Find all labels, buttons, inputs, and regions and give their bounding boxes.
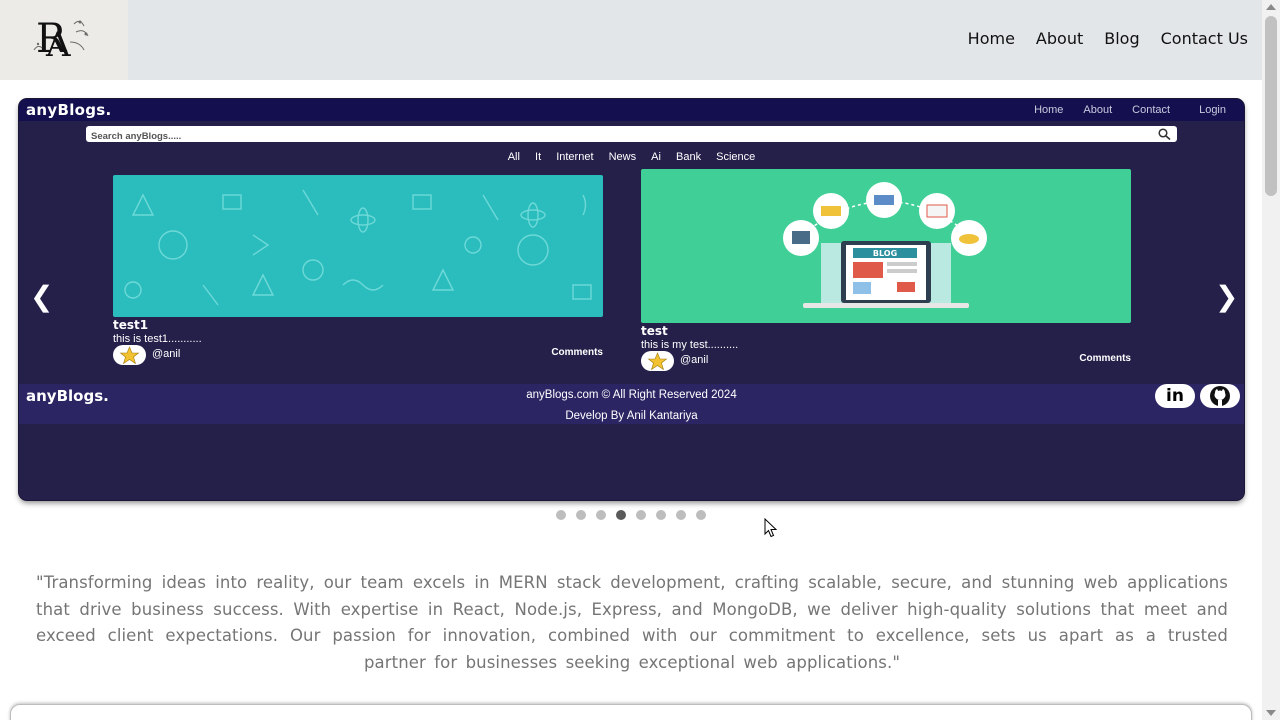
card-author: @anil: [680, 354, 709, 366]
site-logo[interactable]: R A: [0, 0, 128, 80]
category-item: Science: [716, 151, 756, 163]
blog-card: test1 this is test1........... @anil Com…: [113, 175, 603, 365]
card-meta: @anil Comments: [641, 351, 1131, 371]
carousel-indicator-dot[interactable]: [596, 510, 606, 520]
science-pattern-image: [113, 175, 603, 317]
category-item: It: [535, 151, 542, 163]
github-icon: [1200, 384, 1240, 408]
site-header: R A Home About Blog Contact Us: [0, 0, 1262, 80]
footer-developer: Develop By Anil Kantariya: [565, 410, 698, 422]
blog-laptop-illustration-icon: BLOG: [783, 182, 987, 308]
blog-illustration-label: BLOG: [873, 249, 897, 258]
footer-copyright: anyBlogs.com © All Right Reserved 2024: [526, 389, 737, 401]
mission-quote: "Transforming ideas into reality, our te…: [36, 573, 1228, 673]
slide-footer: anyBlogs. anyBlogs.com © All Right Reser…: [19, 384, 1244, 424]
slide-category-list: All It Internet News Ai Bank Science: [19, 151, 1244, 163]
scrollbar-thumb[interactable]: [1265, 16, 1277, 196]
scroll-down-arrow-icon[interactable]: [1266, 710, 1276, 716]
scroll-up-arrow-icon[interactable]: [1266, 4, 1276, 10]
carousel-indicators: [556, 510, 706, 520]
linkedin-icon: in: [1155, 384, 1195, 408]
card-meta: @anil Comments: [113, 345, 603, 365]
card-comments-label: Comments: [1079, 353, 1131, 364]
nav-contact-link[interactable]: Contact Us: [1161, 29, 1248, 48]
next-section-card: [10, 704, 1252, 720]
footer-social-icons: in: [1155, 384, 1240, 408]
nav-home-link[interactable]: Home: [968, 29, 1015, 48]
science-doodle-pattern-icon: [124, 189, 592, 306]
slide-nav-login: Login: [1199, 104, 1226, 116]
blog-card: BLOG test this is my test.......... @ani…: [641, 169, 1131, 371]
nav-blog-link[interactable]: Blog: [1104, 29, 1139, 48]
category-item: News: [608, 151, 637, 163]
ra-monogram-logo-icon: R A: [33, 16, 89, 60]
svg-text:A: A: [45, 25, 71, 60]
card-author: @anil: [152, 348, 181, 360]
linkedin-label: in: [1166, 386, 1184, 406]
site-nav: Home About Blog Contact Us: [968, 29, 1248, 48]
carousel-indicator-dot[interactable]: [556, 510, 566, 520]
page-scrollbar[interactable]: [1262, 0, 1280, 720]
carousel-prev-arrow-icon[interactable]: ❮: [30, 283, 53, 311]
carousel-indicator-dot[interactable]: [676, 510, 686, 520]
search-icon: [1158, 128, 1171, 140]
card-description: this is my test..........: [641, 339, 739, 351]
card-description: this is test1...........: [113, 333, 202, 345]
carousel-indicator-dot[interactable]: [576, 510, 586, 520]
mouse-cursor-icon: [764, 518, 778, 538]
slide-navbar: anyBlogs. Home About Contact Login: [19, 99, 1244, 121]
slide-search-bar: [86, 126, 1177, 145]
carousel-indicator-dot[interactable]: [696, 510, 706, 520]
avatar: [113, 345, 146, 365]
category-item: Internet: [556, 151, 594, 163]
carousel-indicator-dot[interactable]: [636, 510, 646, 520]
slide-search-input: [86, 128, 1136, 145]
slide-nav-home: Home: [1034, 104, 1064, 116]
blog-illustration-image: BLOG: [641, 169, 1131, 323]
card-title: test: [641, 324, 668, 338]
github-octocat-icon: [1210, 386, 1230, 406]
nav-about-link[interactable]: About: [1036, 29, 1083, 48]
category-item: All: [507, 151, 520, 163]
carousel-indicator-dot-active[interactable]: [616, 510, 626, 520]
star-avatar-icon: [119, 346, 140, 365]
carousel-indicator-dot[interactable]: [656, 510, 666, 520]
avatar: [641, 351, 674, 371]
star-avatar-icon: [647, 352, 668, 371]
category-item: Bank: [676, 151, 702, 163]
slide-nav-contact: Contact: [1132, 104, 1171, 116]
card-title: test1: [113, 318, 149, 332]
slide-nav-links: Home About Contact Login: [1014, 104, 1226, 116]
project-carousel: anyBlogs. Home About Contact Login All I…: [19, 99, 1244, 500]
slide-brand: anyBlogs.: [26, 101, 112, 119]
card-comments-label: Comments: [551, 347, 603, 358]
slide-nav-about: About: [1083, 104, 1113, 116]
category-item: Ai: [651, 151, 661, 163]
carousel-next-arrow-icon[interactable]: ❯: [1215, 283, 1238, 311]
